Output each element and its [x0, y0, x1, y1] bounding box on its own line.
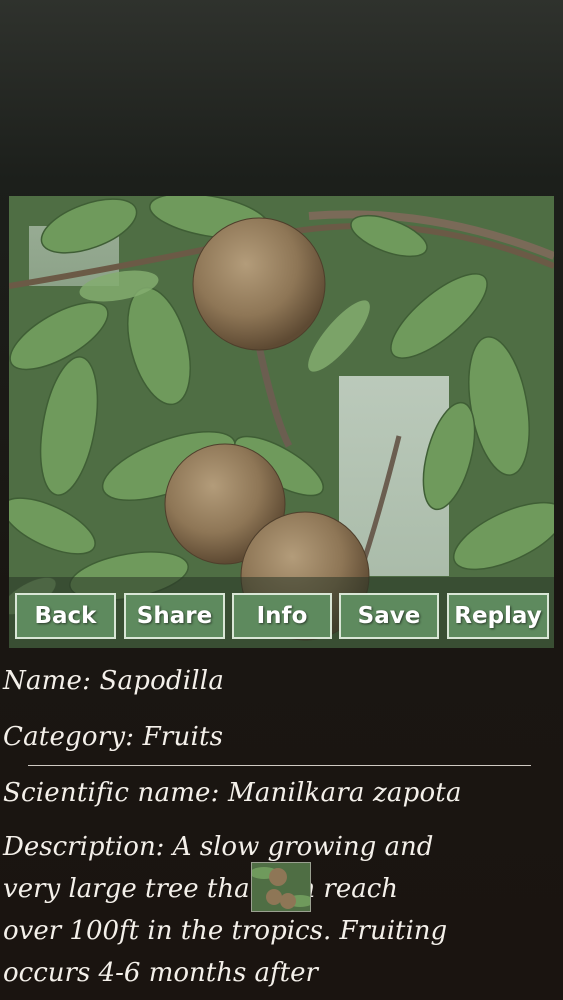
scientific-name: Scientific name: Manilkara zapota: [3, 778, 462, 808]
info-button[interactable]: Info: [232, 593, 332, 639]
description-line: occurs 4-6 months after: [3, 958, 318, 988]
fruit-thumbnail[interactable]: [251, 862, 311, 912]
description-line: over 100ft in the tropics. Fruiting: [3, 916, 448, 946]
share-button[interactable]: Share: [124, 593, 225, 639]
back-button[interactable]: Back: [15, 593, 116, 639]
save-button[interactable]: Save: [339, 593, 439, 639]
divider: [28, 765, 531, 766]
fruit-name: Name: Sapodilla: [3, 666, 225, 696]
fruit-category: Category: Fruits: [3, 722, 224, 752]
replay-button[interactable]: Replay: [447, 593, 549, 639]
